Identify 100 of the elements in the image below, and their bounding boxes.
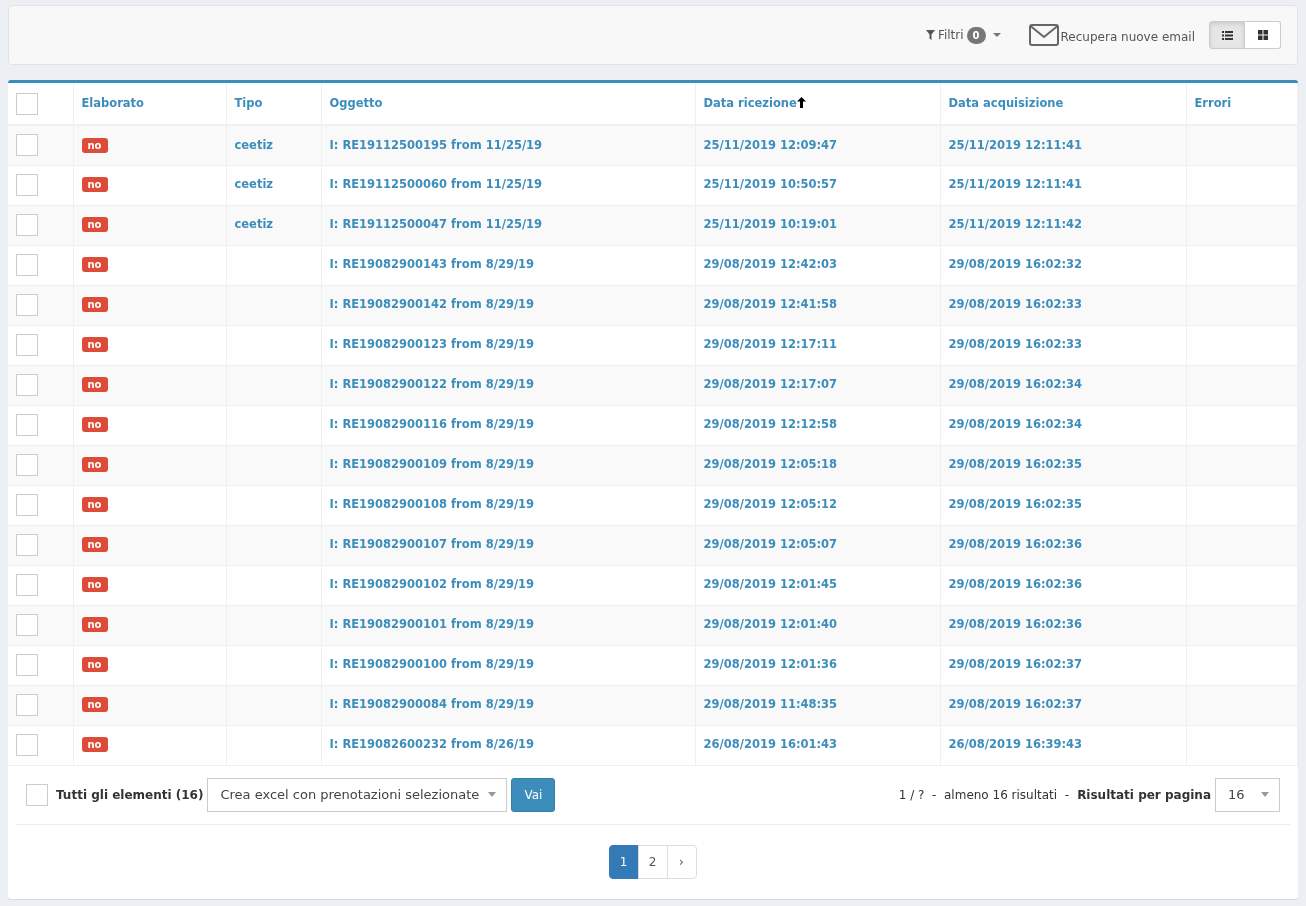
table-cell: 29/08/2019 11:48:35 (703, 697, 838, 712)
checkbox[interactable] (16, 734, 38, 756)
checkbox[interactable] (16, 494, 38, 516)
filter-dropdown[interactable]: Filtri 0 (925, 26, 1001, 44)
table-cell: 29/08/2019 12:05:12 (703, 497, 838, 512)
filter-icon (925, 30, 935, 40)
status-label: no (81, 177, 108, 193)
count-badge: 0 (966, 26, 986, 44)
table-cell: 29/08/2019 16:02:37 (948, 657, 1083, 672)
column-header[interactable]: Tipo (234, 95, 263, 110)
table-cell: I: RE19082900101 from 8/29/19 (329, 617, 535, 632)
checkbox[interactable] (16, 374, 38, 396)
checkbox[interactable] (16, 92, 38, 115)
table-cell: 29/08/2019 16:02:36 (948, 537, 1083, 552)
status-label: no (81, 257, 108, 273)
table-cell: I: RE19112500047 from 11/25/19 (329, 217, 543, 232)
table-cell: 29/08/2019 12:01:40 (703, 617, 838, 632)
table-cell: 29/08/2019 16:02:34 (948, 417, 1083, 432)
table-cell: 29/08/2019 12:05:07 (703, 537, 838, 552)
table-cell: 29/08/2019 12:17:11 (703, 337, 838, 352)
table-cell: 29/08/2019 12:01:45 (703, 577, 838, 592)
table-cell: ceetiz (234, 177, 274, 192)
checkbox[interactable] (16, 294, 38, 316)
table-cell: I: RE19082900143 from 8/29/19 (329, 257, 535, 272)
checkbox[interactable] (16, 614, 38, 636)
table-cell: 29/08/2019 12:05:18 (703, 457, 838, 472)
table-cell: 29/08/2019 16:02:35 (948, 497, 1083, 512)
table-cell: I: RE19082900107 from 8/29/19 (329, 537, 535, 552)
result-info: 1 / ? - almeno 16 risultati - (898, 786, 1070, 804)
per-page-select[interactable]: 16 (1215, 777, 1280, 812)
table-cell: I: RE19112500195 from 11/25/19 (329, 137, 543, 152)
table-cell: 26/08/2019 16:01:43 (703, 737, 838, 752)
column-header[interactable]: Data ricezione (703, 95, 806, 110)
per-page-label: Risultati per pagina (1077, 786, 1211, 804)
envelope-icon (1028, 24, 1059, 46)
table-cell: 29/08/2019 16:02:33 (948, 297, 1083, 312)
table-cell: 29/08/2019 12:01:36 (703, 657, 838, 672)
status-label: no (81, 377, 108, 393)
checkbox[interactable] (16, 414, 38, 436)
table-cell: 25/11/2019 10:50:57 (703, 177, 838, 192)
table-cell: 26/08/2019 16:39:43 (948, 737, 1083, 752)
table-cell: I: RE19082900142 from 8/29/19 (329, 297, 535, 312)
table-cell: 25/11/2019 12:11:41 (948, 137, 1083, 152)
status-label: no (81, 497, 108, 513)
table-cell: ceetiz (234, 217, 274, 232)
view-toggle[interactable] (1245, 21, 1281, 49)
status-label: no (81, 217, 108, 233)
table-cell: 29/08/2019 12:41:58 (703, 297, 838, 312)
table-cell: I: RE19082900123 from 8/29/19 (329, 337, 535, 352)
table-cell: 29/08/2019 16:02:37 (948, 697, 1083, 712)
table-cell: 29/08/2019 16:02:33 (948, 337, 1083, 352)
checkbox[interactable] (26, 783, 48, 806)
table-cell: I: RE19082900109 from 8/29/19 (329, 457, 535, 472)
table-cell: I: RE19082600232 from 8/26/19 (329, 737, 535, 752)
page-button[interactable]: 2 (637, 844, 668, 879)
caret-icon (1261, 792, 1269, 797)
checkbox[interactable] (16, 454, 38, 476)
table-cell: I: RE19082900100 from 8/29/19 (329, 657, 535, 672)
checkbox[interactable] (16, 654, 38, 676)
column-header[interactable]: Data acquisizione (948, 95, 1064, 110)
sort-arrow-icon (796, 96, 806, 108)
table-cell: 25/11/2019 12:11:42 (948, 217, 1083, 232)
table-cell: 29/08/2019 16:02:35 (948, 457, 1083, 472)
table-cell: 29/08/2019 16:02:36 (948, 617, 1083, 632)
checkbox[interactable] (16, 214, 38, 236)
status-label: no (81, 457, 108, 473)
page-button[interactable]: 1 (608, 844, 639, 879)
page-button[interactable]: › (666, 844, 697, 879)
select-all-label: Tutti gli elementi (16) (56, 786, 204, 804)
table-cell: 25/11/2019 12:11:41 (948, 177, 1083, 192)
checkbox[interactable] (16, 334, 38, 356)
checkbox[interactable] (16, 534, 38, 556)
status-label: no (81, 137, 108, 153)
checkbox[interactable] (16, 174, 38, 196)
table-cell: I: RE19082900122 from 8/29/19 (329, 377, 535, 392)
fetch-email-button[interactable]: Recupera nuove email (1028, 24, 1195, 46)
status-label: no (81, 577, 108, 593)
table-cell: I: RE19082900108 from 8/29/19 (329, 497, 535, 512)
status-label: no (81, 697, 108, 713)
table-cell: I: RE19082900084 from 8/29/19 (329, 697, 535, 712)
column-header[interactable]: Errori (1194, 95, 1232, 110)
grid-icon (1257, 30, 1268, 40)
column-header[interactable]: Oggetto (329, 95, 383, 110)
table-cell: 29/08/2019 12:17:07 (703, 377, 838, 392)
view-toggle[interactable] (1209, 21, 1245, 49)
table-cell: 29/08/2019 16:02:32 (948, 257, 1083, 272)
checkbox[interactable] (16, 254, 38, 276)
table-cell: I: RE19112500060 from 11/25/19 (329, 177, 543, 192)
checkbox[interactable] (16, 574, 38, 596)
status-label: no (81, 537, 108, 553)
go-button[interactable]: Vai (511, 777, 556, 812)
checkbox[interactable] (16, 134, 38, 157)
caret-icon (488, 792, 497, 797)
checkbox[interactable] (16, 694, 38, 716)
action-select[interactable]: Crea excel con prenotazioni selezionate (207, 777, 508, 812)
table-cell: 29/08/2019 16:02:34 (948, 377, 1083, 392)
status-label: no (81, 657, 108, 673)
column-header[interactable]: Elaborato (81, 95, 145, 110)
status-label: no (81, 737, 108, 753)
status-label: no (81, 297, 108, 313)
